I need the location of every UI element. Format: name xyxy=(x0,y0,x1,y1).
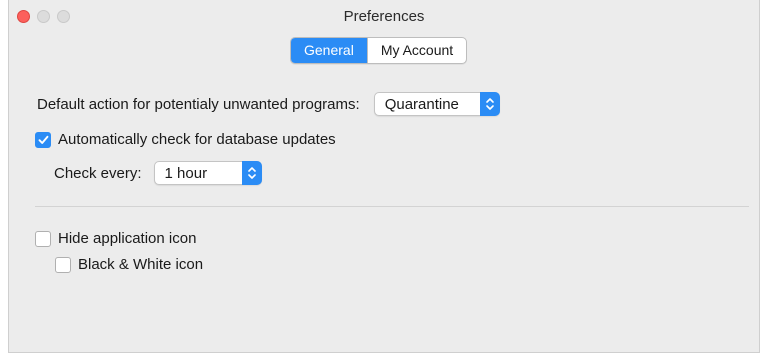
check-every-row: Check every: 1 hour xyxy=(54,161,262,185)
bw-icon-checkbox[interactable] xyxy=(55,256,71,273)
default-action-label: Default action for potentialy unwanted p… xyxy=(37,95,360,113)
hide-icon-row: Hide application icon xyxy=(35,230,196,247)
auto-check-checkbox[interactable] xyxy=(35,131,51,148)
tab-general[interactable]: General xyxy=(291,38,367,63)
check-every-label: Check every: xyxy=(54,164,142,182)
bw-icon-label: Black & White icon xyxy=(78,256,204,273)
hide-icon-checkbox[interactable] xyxy=(35,230,51,247)
tab-my-account[interactable]: My Account xyxy=(366,38,466,63)
window-title: Preferences xyxy=(343,8,425,25)
auto-check-row: Automatically check for database updates xyxy=(35,131,336,148)
preferences-window: Preferences General My Account Default a… xyxy=(8,0,760,353)
bw-icon-row: Black & White icon xyxy=(55,256,203,273)
default-action-value: Quarantine xyxy=(384,95,459,113)
hide-icon-label: Hide application icon xyxy=(58,230,197,247)
checkmark-icon xyxy=(38,135,48,144)
section-divider xyxy=(35,206,749,207)
preferences-tabs: General My Account xyxy=(290,37,468,64)
default-action-row: Default action for potentialy unwanted p… xyxy=(37,92,500,116)
default-action-popup[interactable]: Quarantine xyxy=(373,92,500,116)
check-every-popup[interactable]: 1 hour xyxy=(153,161,262,185)
title-bar: Preferences xyxy=(9,0,759,33)
auto-check-label: Automatically check for database updates xyxy=(58,131,336,148)
updown-arrows-icon xyxy=(241,161,262,185)
check-every-value: 1 hour xyxy=(164,164,208,182)
updown-arrows-icon xyxy=(479,92,500,116)
